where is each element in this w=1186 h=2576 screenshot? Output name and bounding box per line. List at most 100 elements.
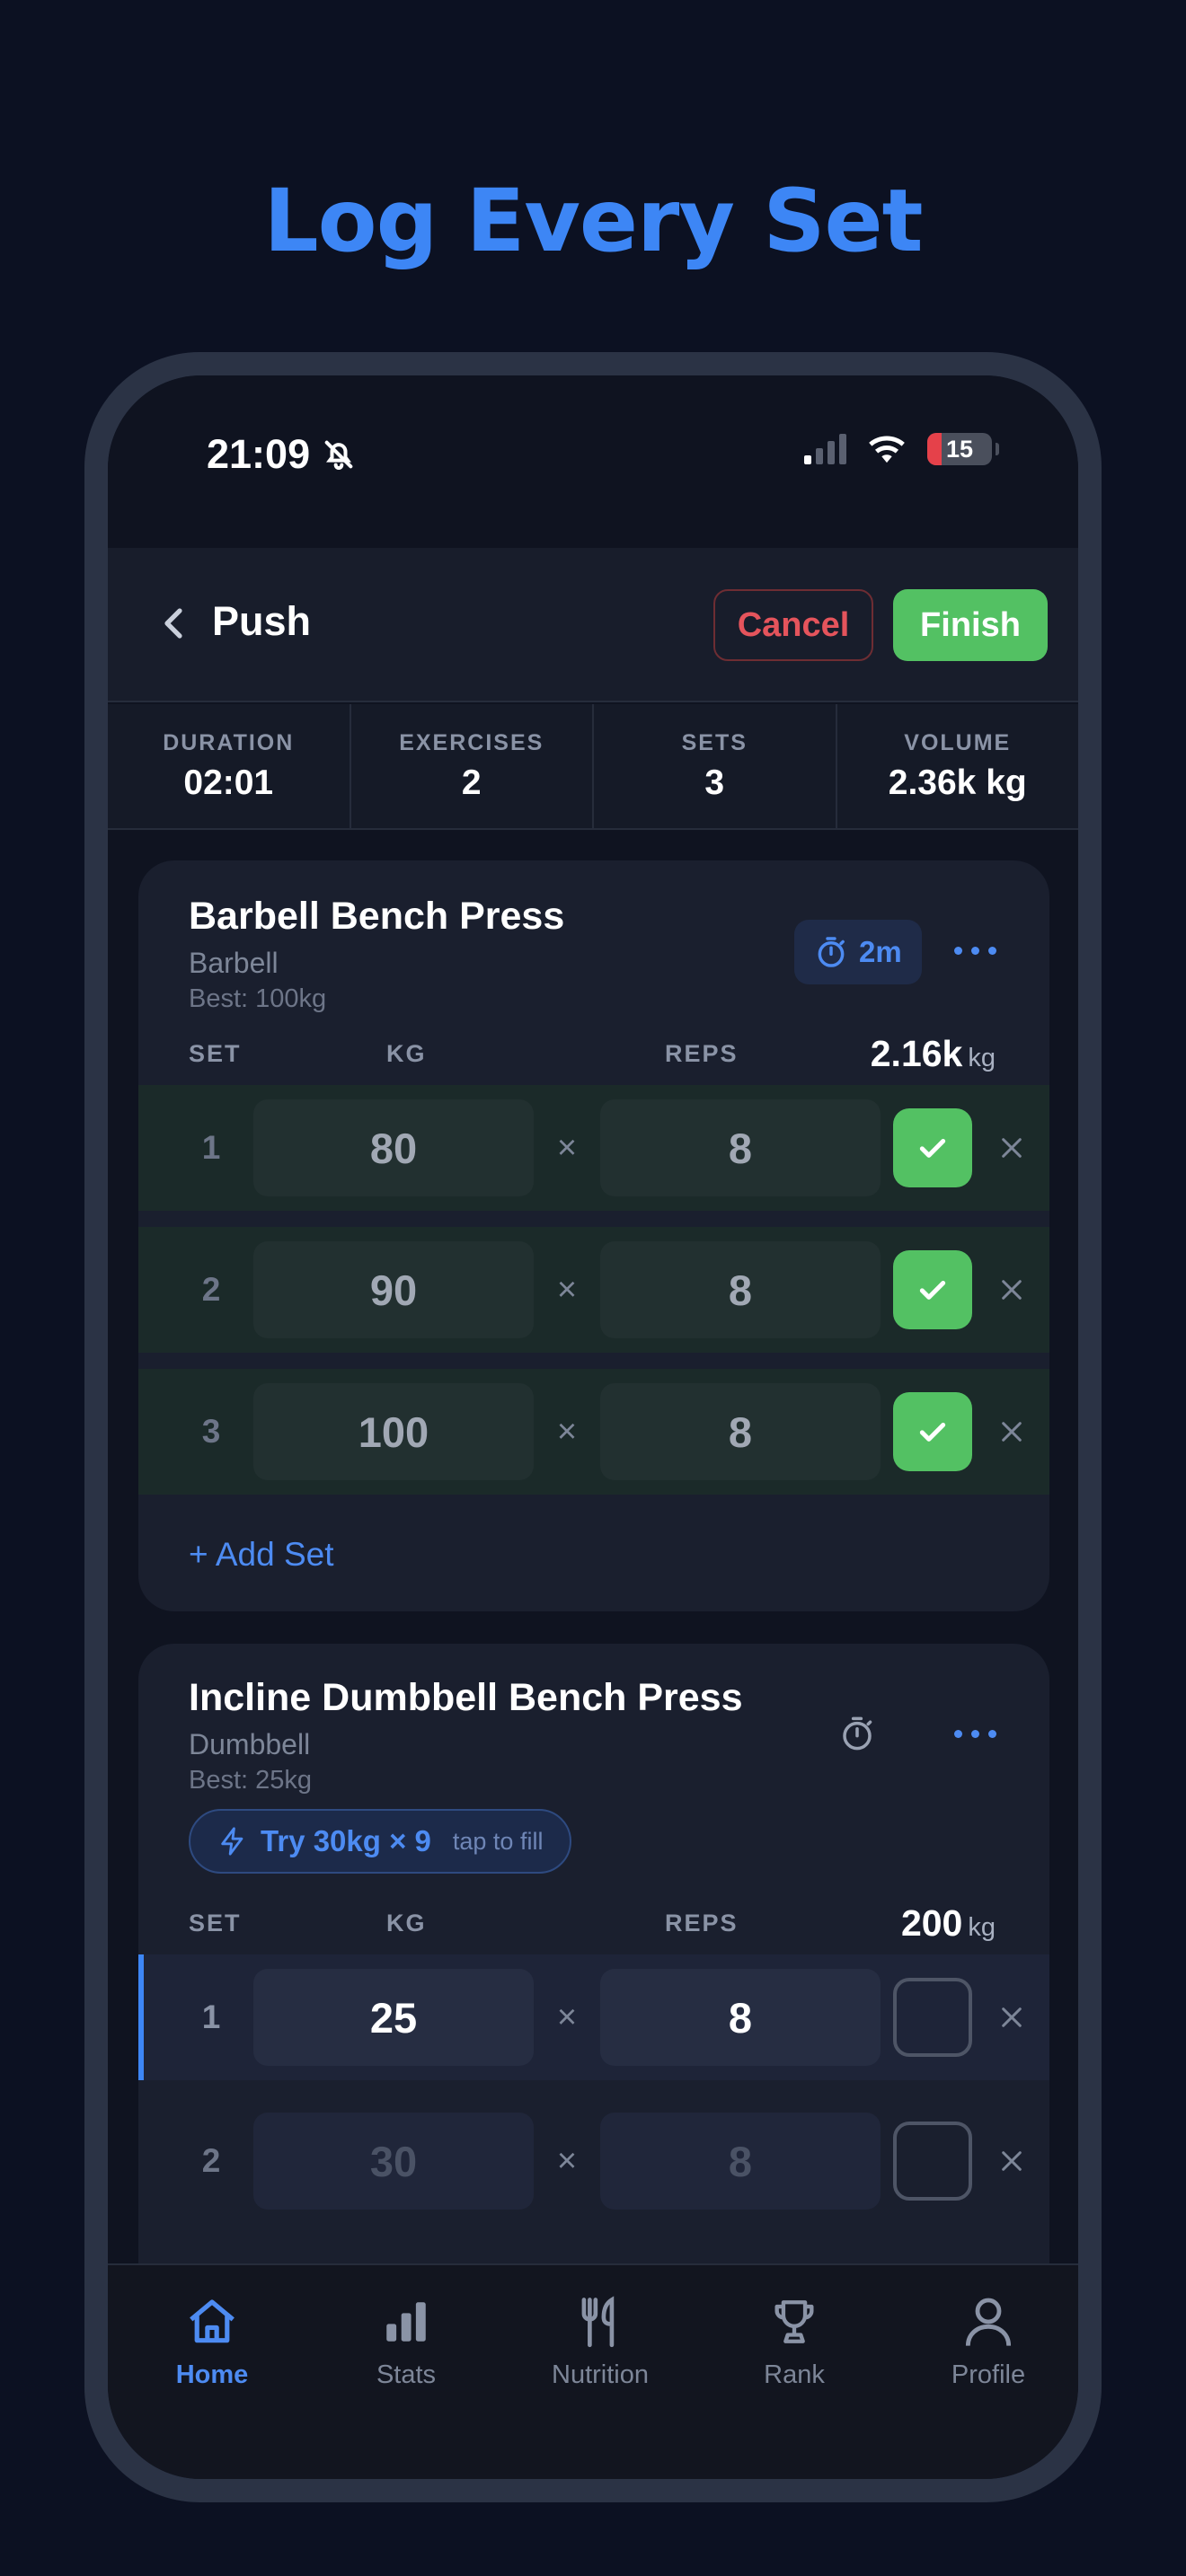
tab-stats[interactable]: Stats xyxy=(316,2290,496,2390)
headline: Log Every Set xyxy=(263,171,923,271)
exercise-volume: 2.16k kg xyxy=(871,1033,996,1075)
suggestion-text: Try 30kg × 9 xyxy=(261,1824,431,1857)
set-column-headers: SET KG REPS 2.16k kg xyxy=(138,1033,1049,1076)
times-symbol: × xyxy=(556,1412,578,1451)
delete-set-button[interactable] xyxy=(988,1266,1035,1313)
kg-input[interactable]: 90 xyxy=(253,1241,534,1338)
workout-title: Push xyxy=(212,598,312,644)
kg-input[interactable]: 30 xyxy=(253,2113,534,2210)
stat-value: 2.36k kg xyxy=(888,763,1027,802)
delete-set-button[interactable] xyxy=(988,1125,1035,1171)
complete-set-checkbox[interactable] xyxy=(893,1392,972,1471)
set-row: 3 100 × 8 xyxy=(138,1369,1049,1495)
exercise-name[interactable]: Incline Dumbbell Bench Press xyxy=(189,1676,743,1720)
fork-knife-icon xyxy=(581,2296,615,2348)
rest-timer-button[interactable]: 2m xyxy=(794,920,922,984)
complete-set-checkbox[interactable] xyxy=(893,2122,972,2201)
home-icon xyxy=(190,2299,235,2343)
set-number: 1 xyxy=(201,1998,221,2035)
col-set: SET xyxy=(189,1040,242,1067)
col-reps: REPS xyxy=(665,1040,739,1067)
exercise-volume: 200 kg xyxy=(901,1902,996,1945)
tab-label: Stats xyxy=(376,2360,437,2389)
col-kg: KG xyxy=(386,1040,427,1067)
set-number: 2 xyxy=(201,2142,221,2179)
checkmark-icon xyxy=(919,1281,946,1300)
reps-input[interactable]: 8 xyxy=(600,1969,881,2066)
battery-level: 15 xyxy=(945,435,974,463)
stat-sets: SETS 3 xyxy=(594,704,837,828)
reps-input[interactable]: 8 xyxy=(600,1099,881,1196)
exercise-name[interactable]: Barbell Bench Press xyxy=(189,895,564,939)
times-symbol: × xyxy=(556,1270,578,1309)
workout-header: Push Cancel Finish xyxy=(108,548,1078,702)
complete-set-checkbox[interactable] xyxy=(893,1108,972,1187)
checkmark-icon xyxy=(919,1423,946,1442)
stopwatch-icon xyxy=(818,937,845,967)
exercise-best: Best: 100kg xyxy=(189,984,327,1013)
suggestion-chip[interactable]: Try 30kg × 9 tap to fill xyxy=(189,1809,572,1874)
reps-input[interactable]: 8 xyxy=(600,1383,881,1480)
stat-label: DURATION xyxy=(163,729,295,755)
tab-nutrition[interactable]: Nutrition xyxy=(510,2290,690,2390)
stat-label: VOLUME xyxy=(904,729,1012,755)
workout-stats: DURATION 02:01 EXERCISES 2 SETS 3 VOLUME… xyxy=(108,704,1078,830)
exercise-volume-unit: kg xyxy=(968,1913,996,1942)
phone-frame: 21:09 15 Push Cancel Finish DURATION 02:… xyxy=(84,352,1102,2502)
set-number: 3 xyxy=(201,1413,221,1450)
col-reps: REPS xyxy=(665,1910,739,1936)
stat-value: 02:01 xyxy=(183,763,274,802)
status-time: 21:09 xyxy=(207,431,357,478)
set-number: 2 xyxy=(201,1271,221,1308)
suggestion-hint: tap to fill xyxy=(452,1827,544,1855)
stat-volume: VOLUME 2.36k kg xyxy=(837,704,1079,828)
rest-timer-value: 2m xyxy=(859,935,902,968)
kg-input[interactable]: 25 xyxy=(253,1969,534,2066)
more-options-icon[interactable] xyxy=(954,1730,996,1738)
person-icon xyxy=(965,2298,1012,2346)
stopwatch-icon xyxy=(843,1716,872,1751)
delete-set-button[interactable] xyxy=(988,1994,1035,2041)
kg-input[interactable]: 80 xyxy=(253,1099,534,1196)
times-symbol: × xyxy=(556,2141,578,2180)
tab-rank[interactable]: Rank xyxy=(704,2290,884,2390)
tab-home[interactable]: Home xyxy=(122,2290,302,2390)
stat-exercises: EXERCISES 2 xyxy=(351,704,594,828)
set-row-active: 1 25 × 8 xyxy=(138,1954,1049,2080)
cellular-signal-icon xyxy=(804,434,846,464)
times-symbol: × xyxy=(556,1128,578,1167)
more-options-icon[interactable] xyxy=(954,947,996,955)
tab-profile[interactable]: Profile xyxy=(898,2290,1078,2390)
delete-set-button[interactable] xyxy=(988,2138,1035,2184)
exercise-volume-value: 2.16k xyxy=(870,1033,963,1074)
complete-set-checkbox[interactable] xyxy=(893,1978,972,2057)
battery-tip xyxy=(996,443,999,455)
add-set-button[interactable]: + Add Set xyxy=(189,1536,334,1574)
phone-screen: 21:09 15 Push Cancel Finish DURATION 02:… xyxy=(108,375,1078,2479)
finish-button[interactable]: Finish xyxy=(893,589,1048,661)
wifi-icon xyxy=(869,436,905,463)
reps-input[interactable]: 8 xyxy=(600,2113,881,2210)
close-icon xyxy=(1002,1422,1022,1442)
col-kg: KG xyxy=(386,1910,427,1936)
status-time-text: 21:09 xyxy=(207,431,311,477)
delete-set-button[interactable] xyxy=(988,1408,1035,1455)
close-icon xyxy=(1002,2151,1022,2171)
exercise-equipment: Dumbbell xyxy=(189,1728,311,1760)
cancel-button[interactable]: Cancel xyxy=(713,589,873,661)
tab-label: Nutrition xyxy=(552,2360,649,2389)
trophy-icon xyxy=(774,2300,814,2343)
exercise-volume-unit: kg xyxy=(968,1044,996,1072)
bottom-tab-bar: Home Stats Nutrition Rank Profile xyxy=(108,2263,1078,2479)
tab-label: Home xyxy=(175,2360,249,2389)
chevron-left-icon xyxy=(164,608,182,639)
set-column-headers: SET KG REPS 200 kg xyxy=(138,1902,1049,1945)
reps-input[interactable]: 8 xyxy=(600,1241,881,1338)
set-row: 1 80 × 8 xyxy=(138,1085,1049,1211)
kg-input[interactable]: 100 xyxy=(253,1383,534,1480)
exercise-volume-value: 200 xyxy=(900,1902,963,1944)
rest-timer-button[interactable] xyxy=(830,1707,884,1760)
back-button[interactable] xyxy=(153,602,196,645)
set-row: 2 30 × 8 xyxy=(138,2098,1049,2224)
complete-set-checkbox[interactable] xyxy=(893,1250,972,1329)
